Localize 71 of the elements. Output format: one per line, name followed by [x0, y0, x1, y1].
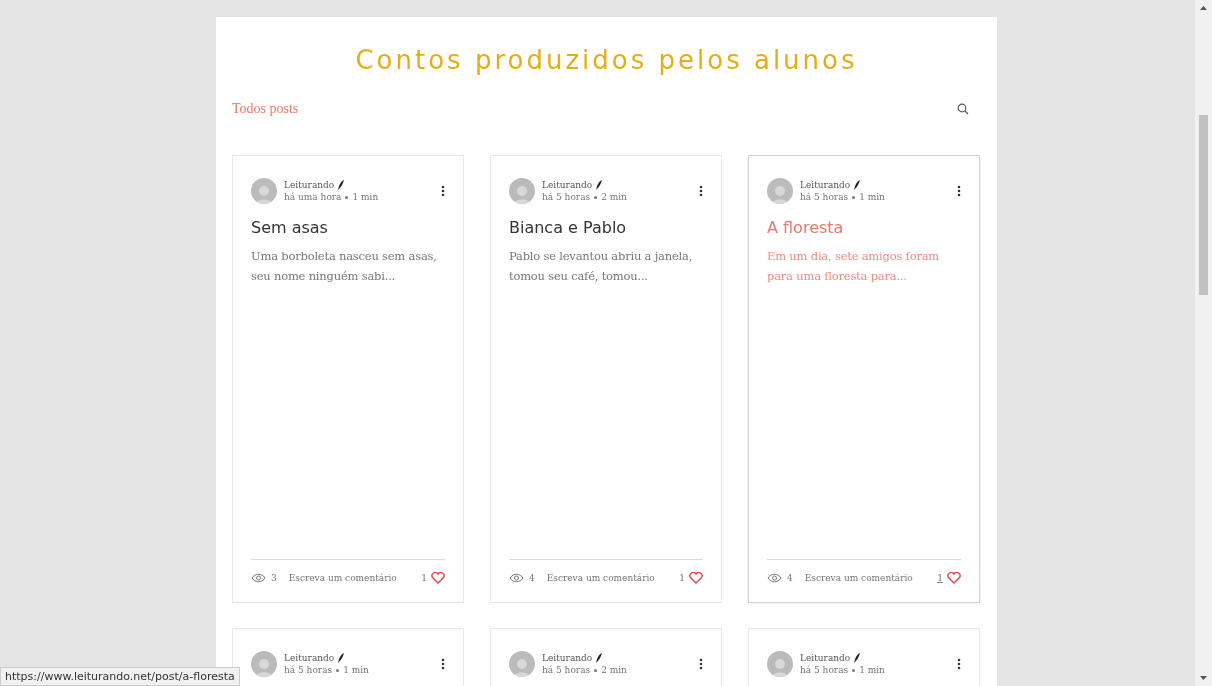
read-time: 1 min — [859, 191, 885, 203]
post-time: há 5 horas — [800, 191, 849, 203]
read-time: 1 min — [343, 664, 369, 676]
post-time: há uma hora — [284, 191, 342, 203]
post-time: há 5 horas — [542, 191, 591, 203]
separator-dot — [336, 668, 340, 672]
search-icon[interactable] — [957, 103, 969, 115]
heart-icon[interactable] — [947, 572, 961, 584]
separator-dot — [852, 668, 856, 672]
more-icon[interactable] — [957, 658, 961, 670]
avatar-icon — [251, 178, 277, 204]
scrollbar[interactable] — [1195, 0, 1212, 686]
quill-icon — [338, 653, 345, 663]
more-icon[interactable] — [441, 658, 445, 670]
avatar-icon — [509, 651, 535, 677]
view-count: 3 — [271, 573, 277, 583]
separator-dot — [594, 195, 598, 199]
post-card[interactable]: Leiturando há 5 horas 1 min A floresta Em um dia, sete amigos foram para uma floresta para... 4 Escreva um comentário 1 — [748, 155, 980, 603]
post-card[interactable]: Leiturando há 5 horas 2 min Bianca e Pablo Pablo se levantou abriu a janela, tomou seu café, tomou... 4 Escreva um comentário 1 — [490, 155, 722, 603]
view-count: 4 — [787, 573, 793, 583]
post-title[interactable]: Bianca e Pablo — [509, 218, 703, 237]
quill-icon — [854, 653, 861, 663]
like-count: 1 — [937, 573, 943, 583]
author-name[interactable]: Leiturando — [284, 179, 335, 191]
comment-link[interactable]: Escreva um comentário — [804, 573, 913, 583]
author-name[interactable]: Leiturando — [800, 652, 851, 664]
post-time: há 5 horas — [542, 664, 591, 676]
post-card[interactable]: Leiturando há uma hora 1 min Sem asas Uma borboleta nasceu sem asas, seu nome ninguém sabi... 3 Escreva um comentário 1 — [232, 155, 464, 603]
like-count: 1 — [421, 573, 427, 583]
post-excerpt: Pablo se levantou abriu a janela, tomou seu café, tomou... — [509, 248, 694, 285]
author-name[interactable]: Leiturando — [542, 652, 593, 664]
separator-dot — [594, 668, 598, 672]
eye-icon — [767, 573, 782, 583]
post-excerpt: Uma borboleta nasceu sem asas, seu nome ninguém sabi... — [251, 248, 438, 285]
avatar-icon — [509, 178, 535, 204]
post-card[interactable]: Leiturando há 5 horas 1 min — [748, 628, 980, 686]
read-time: 2 min — [601, 191, 627, 203]
quill-icon — [338, 180, 345, 190]
eye-icon — [509, 573, 524, 583]
post-time: há 5 horas — [800, 664, 849, 676]
more-icon[interactable] — [699, 658, 703, 670]
post-card[interactable]: Leiturando há 5 horas 2 min — [490, 628, 722, 686]
separator-dot — [852, 195, 856, 199]
eye-icon — [251, 573, 266, 583]
post-title[interactable]: Sem asas — [251, 218, 445, 237]
heart-icon[interactable] — [431, 572, 445, 584]
read-time: 1 min — [859, 664, 885, 676]
more-icon[interactable] — [699, 185, 703, 197]
author-name[interactable]: Leiturando — [284, 652, 335, 664]
avatar-icon — [767, 651, 793, 677]
read-time: 1 min — [352, 191, 379, 203]
comment-link[interactable]: Escreva um comentário — [288, 573, 397, 583]
comment-link[interactable]: Escreva um comentário — [546, 573, 655, 583]
heart-icon[interactable] — [689, 572, 703, 584]
author-name[interactable]: Leiturando — [800, 179, 851, 191]
more-icon[interactable] — [441, 185, 445, 197]
blog-title: Contos produzidos pelos alunos — [355, 44, 858, 75]
avatar-icon — [767, 178, 793, 204]
avatar-icon — [251, 651, 277, 677]
more-icon[interactable] — [957, 185, 961, 197]
status-url: https://www.leiturando.net/post/a-floresta — [0, 667, 240, 686]
like-count: 1 — [679, 573, 685, 583]
separator-dot — [345, 195, 349, 199]
post-excerpt: Em um dia, sete amigos foram para uma floresta para... — [767, 248, 941, 285]
author-name[interactable]: Leiturando — [542, 179, 593, 191]
read-time: 2 min — [601, 664, 627, 676]
post-time: há 5 horas — [284, 664, 333, 676]
quill-icon — [596, 180, 603, 190]
quill-icon — [854, 180, 861, 190]
quill-icon — [596, 653, 603, 663]
view-count: 4 — [529, 573, 535, 583]
